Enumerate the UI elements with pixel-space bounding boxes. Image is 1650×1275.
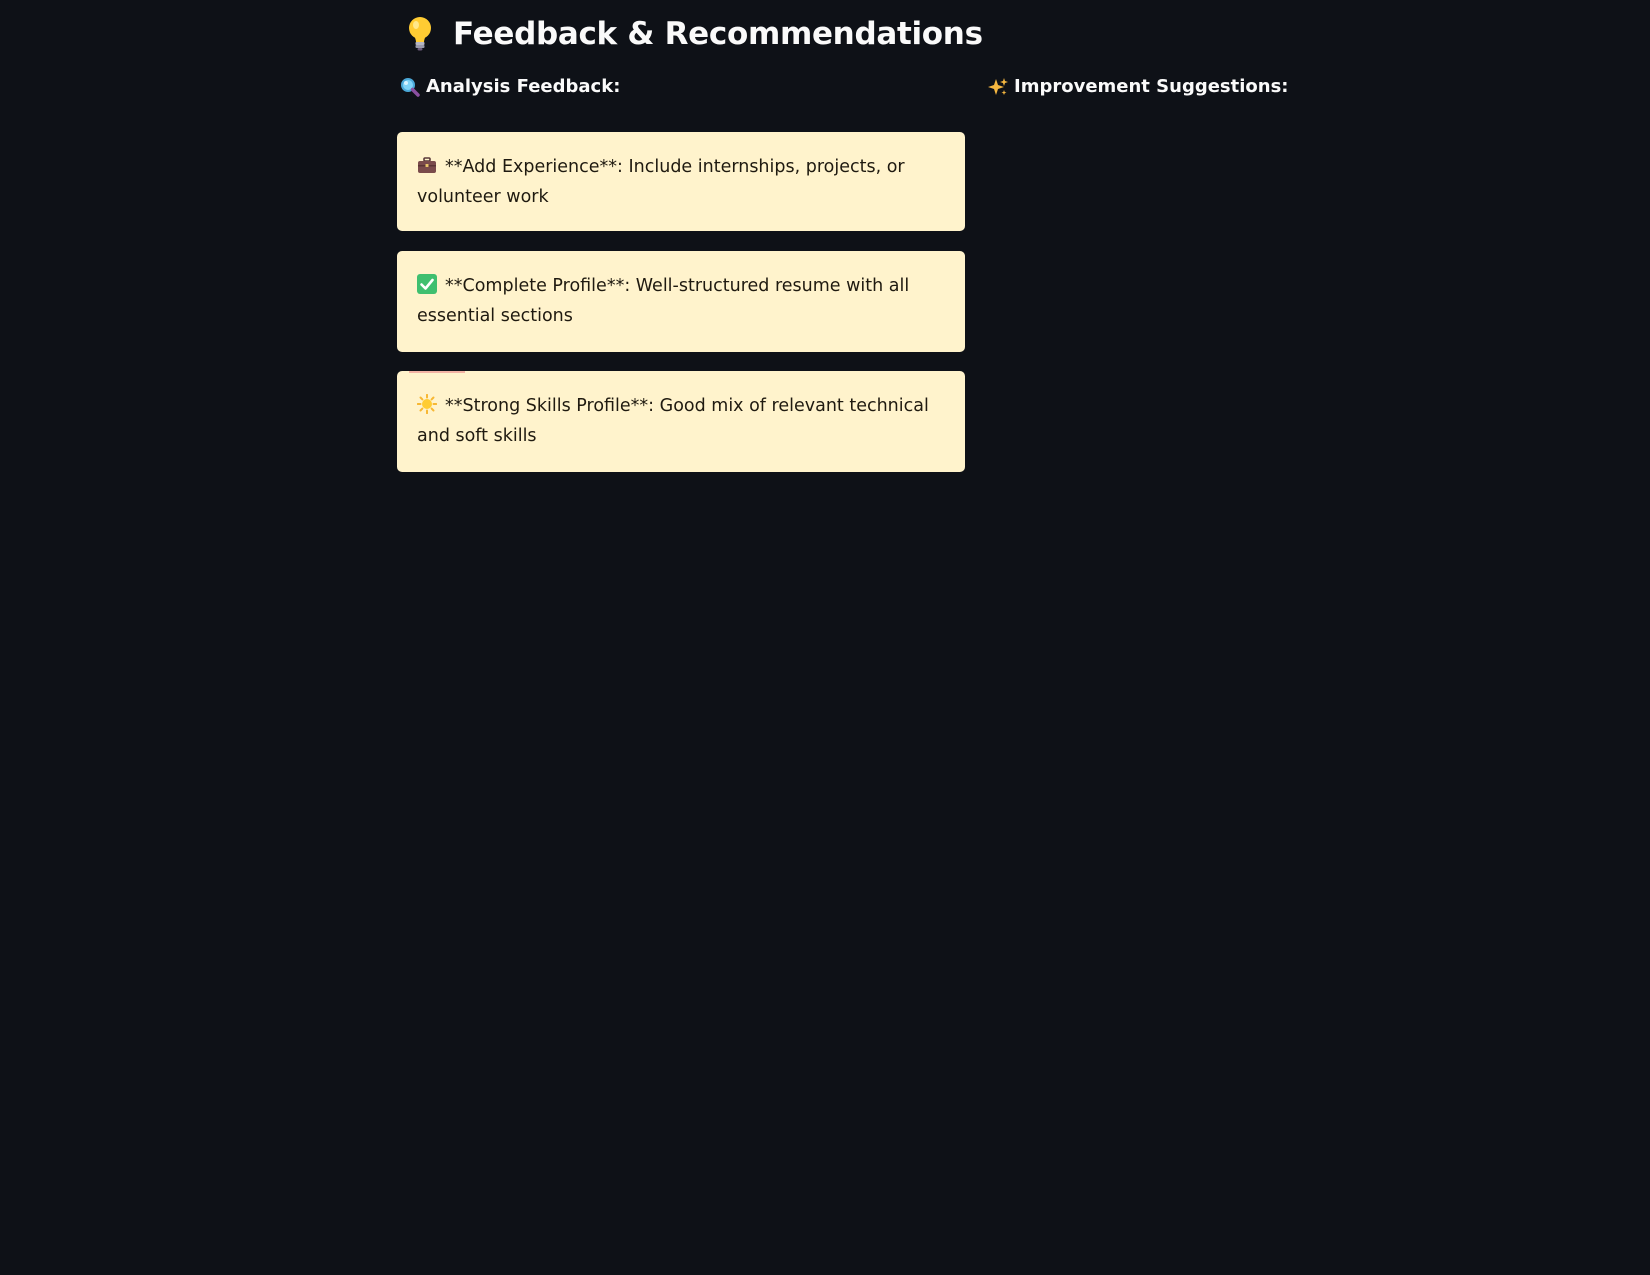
feedback-card: **Add Experience**: Include internships,… [397, 132, 965, 231]
feedback-card: **Complete Profile**: Well-structured re… [397, 251, 965, 352]
analysis-feedback-header: Analysis Feedback: [400, 76, 620, 97]
improvement-suggestions-header: Improvement Suggestions: [988, 76, 1289, 97]
feedback-card-text: **Strong Skills Profile**: Good mix of r… [417, 396, 929, 446]
feedback-card: **Strong Skills Profile**: Good mix of r… [397, 371, 965, 472]
improvement-suggestions-label: Improvement Suggestions: [1014, 76, 1289, 97]
analysis-feedback-label: Analysis Feedback: [426, 76, 621, 97]
lightbulb-icon [407, 16, 433, 52]
magnifier-icon [400, 77, 420, 97]
briefcase-icon [417, 155, 437, 175]
sun-icon [416, 393, 438, 415]
feedback-card-text: **Complete Profile**: Well-structured re… [417, 276, 910, 326]
card-accent-line [409, 371, 465, 373]
feedback-card-text: **Add Experience**: Include internships,… [417, 157, 905, 207]
page-title-text: Feedback & Recommendations [453, 16, 983, 52]
sparkles-icon [988, 77, 1008, 97]
page-title: Feedback & Recommendations [407, 12, 983, 56]
check-box-icon [417, 274, 437, 294]
